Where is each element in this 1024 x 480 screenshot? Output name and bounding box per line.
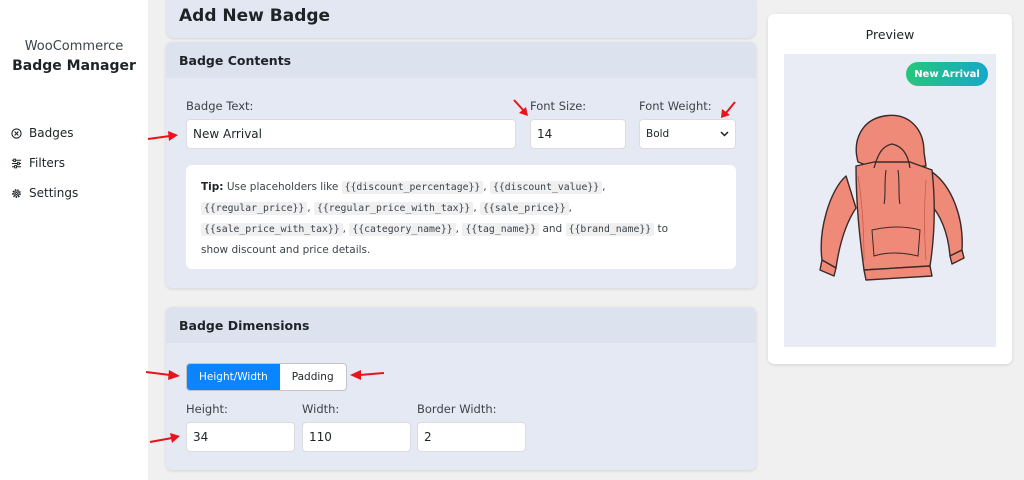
annotation-arrow-font-weight <box>721 101 736 118</box>
font-size-label: Font Size: <box>530 99 587 113</box>
placeholder-code: {{discount_value}} <box>489 181 603 194</box>
brand: WooCommerce Badge Manager <box>0 39 148 74</box>
width-label: Width: <box>302 402 340 416</box>
font-size-input[interactable]: 14 <box>530 119 626 149</box>
preview-badge: New Arrival <box>906 62 988 86</box>
separator: , <box>483 181 487 193</box>
height-label: Height: <box>186 402 228 416</box>
border-width-label: Border Width: <box>417 402 497 416</box>
sidebar: WooCommerce Badge Manager Badges Filters <box>0 0 148 480</box>
placeholder-code: {{tag_name}} <box>462 223 540 236</box>
sliders-icon <box>11 158 22 168</box>
tab-padding[interactable]: Padding <box>280 364 346 390</box>
placeholder-code: {{brand_name}} <box>565 223 655 236</box>
separator: , <box>342 223 347 235</box>
width-input[interactable]: 110 <box>302 422 411 452</box>
preview-canvas: New Arrival <box>784 54 996 347</box>
placeholder-code: {{category_name}} <box>349 223 456 236</box>
tip-box: Tip: Use placeholders like {{discount_pe… <box>186 165 736 269</box>
dimension-mode-toggle: Height/Width Padding <box>186 363 347 391</box>
brand-line2: Badge Manager <box>12 58 136 74</box>
gear-icon <box>12 188 21 198</box>
brand-line1: WooCommerce <box>24 39 124 54</box>
separator: , <box>473 202 477 214</box>
preview-panel: Preview New Arrival <box>768 14 1012 364</box>
font-weight-value: Bold <box>646 128 670 140</box>
height-input[interactable]: 34 <box>186 422 295 452</box>
badge-dimensions-card: Badge Dimensions Height/Width Padding He… <box>166 307 756 470</box>
placeholder-code: {{regular_price_with_tax}} <box>313 202 474 215</box>
tip-intro: Use placeholders like <box>226 181 339 193</box>
tip-outro: show discount and price details. <box>201 244 371 256</box>
sidebar-item-settings[interactable]: Settings <box>11 178 78 208</box>
placeholder-code: {{sale_price}} <box>480 202 569 215</box>
card-title: Badge Contents <box>179 53 292 68</box>
main-content: Add New Badge Badge Contents Badge Text:… <box>166 0 756 480</box>
tip-lead: Tip: <box>201 181 224 193</box>
annotation-arrow-font-size <box>513 99 528 116</box>
badge-text-input[interactable]: New Arrival <box>186 119 516 149</box>
placeholder-code: {{regular_price}} <box>201 202 308 215</box>
card-title: Badge Dimensions <box>179 318 310 333</box>
sidebar-item-label: Badges <box>29 126 74 140</box>
sidebar-item-label: Filters <box>29 156 65 170</box>
sidebar-item-label: Settings <box>29 186 79 200</box>
tab-height-width[interactable]: Height/Width <box>187 364 280 390</box>
separator: , <box>568 202 572 214</box>
placeholder-code: {{sale_price_with_tax}} <box>201 223 343 236</box>
sidebar-nav: Badges Filters Settings <box>11 118 78 208</box>
page-header: Add New Badge <box>166 0 756 38</box>
separator: , <box>455 223 459 235</box>
chevron-down-icon <box>720 131 729 137</box>
badge-text-label: Badge Text: <box>186 99 254 113</box>
circle-x-icon <box>11 127 22 139</box>
preview-title: Preview <box>865 27 915 42</box>
placeholder-code: {{discount_percentage}} <box>341 181 484 194</box>
annotation-arrow-height <box>149 433 180 443</box>
hoodie-image <box>819 114 965 281</box>
border-width-input[interactable]: 2 <box>417 422 526 452</box>
sidebar-item-filters[interactable]: Filters <box>11 148 78 178</box>
badge-contents-card: Badge Contents Badge Text: New Arrival F… <box>166 42 756 288</box>
font-weight-select[interactable]: Bold <box>639 119 736 149</box>
annotation-arrow-badge-text <box>147 131 178 141</box>
annotation-arrow-padding-tab <box>350 370 385 380</box>
tip-to: to <box>657 223 669 235</box>
font-weight-label: Font Weight: <box>639 99 712 113</box>
annotation-arrow-height-width-tab <box>145 370 180 380</box>
separator: , <box>307 202 311 214</box>
tip-and: and <box>542 223 563 235</box>
sidebar-item-badges[interactable]: Badges <box>11 118 78 148</box>
page-title: Add New Badge <box>179 6 331 26</box>
separator: , <box>602 181 606 193</box>
